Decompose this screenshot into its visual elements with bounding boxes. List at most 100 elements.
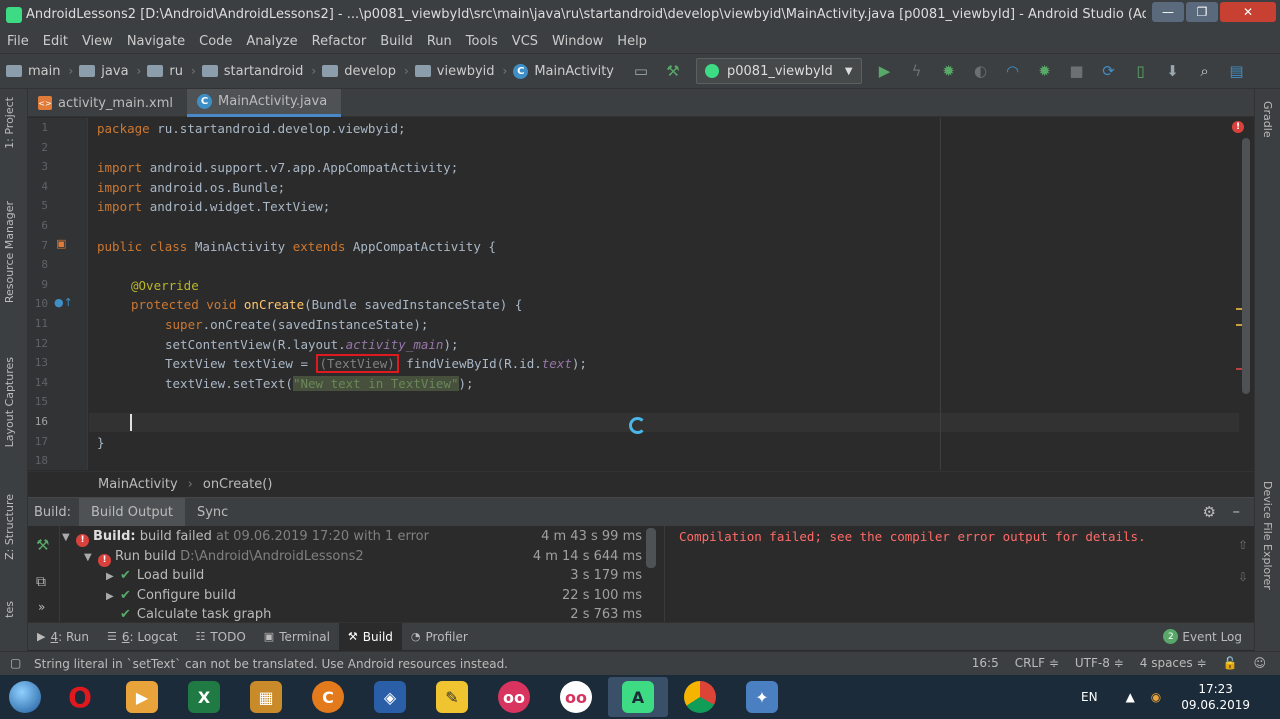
tab-sync[interactable]: Sync	[185, 498, 240, 526]
language-indicator[interactable]: EN	[1081, 690, 1098, 704]
close-button[interactable]: ✕	[1220, 2, 1276, 22]
avd-manager-icon[interactable]: ▯	[1132, 62, 1150, 80]
indent-setting[interactable]: 4 spaces ≑	[1140, 656, 1207, 670]
menu-edit[interactable]: Edit	[36, 34, 75, 49]
taskbar-excel[interactable]: X	[174, 677, 234, 717]
menu-tools[interactable]: Tools	[459, 34, 505, 49]
tab-favorites[interactable]: tes	[3, 601, 16, 618]
breadcrumb-mainactivity[interactable]: C MainActivity	[507, 63, 614, 79]
breadcrumb-develop[interactable]: develop ›	[316, 64, 409, 79]
tree-row-build-failed[interactable]: ▼! Build: build failed at 09.06.2019 17:2…	[62, 527, 642, 547]
menu-navigate[interactable]: Navigate	[120, 34, 192, 49]
rebuild-hammer-icon[interactable]: ⚒	[36, 536, 49, 554]
taskbar-app-red[interactable]: oo	[484, 677, 544, 717]
stop-icon[interactable]: ■	[1068, 62, 1086, 80]
taskbar-chrome[interactable]	[670, 677, 730, 717]
tree-row-calculate-task-graph[interactable]: ✔ Calculate task graph 2 s 763 ms	[106, 605, 642, 622]
search-icon[interactable]: ⌕	[1196, 62, 1214, 80]
toggle-view-icon[interactable]: ⧉	[36, 574, 46, 590]
maximize-button[interactable]: ❐	[1186, 2, 1218, 22]
chrome-tray-icon[interactable]: ◉	[1151, 690, 1161, 704]
error-indicator-icon[interactable]: !	[1232, 121, 1244, 133]
system-clock[interactable]: 17:23 09.06.2019	[1181, 681, 1250, 713]
breadcrumb-ru[interactable]: ru ›	[141, 64, 196, 79]
menu-refactor[interactable]: Refactor	[305, 34, 374, 49]
taskbar-ccleaner[interactable]: C	[298, 677, 358, 717]
taskbar-opera[interactable]: O	[50, 677, 110, 717]
lock-icon[interactable]: 🔓	[1223, 656, 1238, 670]
start-button[interactable]	[0, 675, 50, 719]
taskbar-app-white[interactable]: oo	[546, 677, 606, 717]
sdk-manager-icon[interactable]: ⬇	[1164, 62, 1182, 80]
tab-project[interactable]: 1: Project	[3, 97, 16, 149]
tab-mainactivity-java[interactable]: C MainActivity.java	[187, 89, 342, 117]
taskbar-archiver[interactable]: ▦	[236, 677, 296, 717]
menu-run[interactable]: Run	[420, 34, 459, 49]
gear-icon[interactable]: ⚙	[1203, 503, 1216, 521]
tool-build[interactable]: ⚒ Build	[338, 622, 402, 651]
expand-arrow-icon[interactable]: ▶	[106, 567, 120, 587]
line-separator[interactable]: CRLF ≑	[1015, 656, 1059, 670]
tree-row-run-build[interactable]: ▼! Run build D:\Android\AndroidLessons2 4…	[84, 547, 642, 567]
breadcrumb-java[interactable]: java ›	[73, 64, 141, 79]
expand-arrow-icon[interactable]: ▶	[106, 587, 120, 607]
sync-gradle-icon[interactable]: ⟳	[1100, 62, 1118, 80]
tab-build-output[interactable]: Build Output	[79, 498, 185, 526]
layout-toggle-icon[interactable]: ▢	[10, 656, 21, 670]
menu-build[interactable]: Build	[373, 34, 420, 49]
expand-arrow-icon[interactable]: ▼	[62, 528, 76, 548]
menu-help[interactable]: Help	[610, 34, 654, 49]
hector-icon[interactable]: ☺	[1253, 656, 1266, 670]
override-marker-icon[interactable]: ▣	[56, 237, 66, 250]
layout-inspector-icon[interactable]: ▤	[1228, 62, 1246, 80]
minimize-button[interactable]: —	[1152, 2, 1184, 22]
scroll-up-icon[interactable]: ⇧	[1238, 538, 1248, 552]
menu-vcs[interactable]: VCS	[505, 34, 545, 49]
hammer-icon[interactable]: ⚒	[664, 62, 682, 80]
breadcrumb-viewbyid[interactable]: viewbyid ›	[409, 64, 507, 79]
tray-expand-icon[interactable]: ▲	[1126, 690, 1135, 704]
breadcrumb-main[interactable]: main ›	[0, 64, 73, 79]
breadcrumb-startandroid[interactable]: startandroid ›	[196, 64, 316, 79]
taskbar-android-studio[interactable]: A	[608, 677, 668, 717]
menu-code[interactable]: Code	[192, 34, 239, 49]
menu-view[interactable]: View	[75, 34, 120, 49]
debug-icon[interactable]: ✹	[940, 62, 958, 80]
device-manager-icon[interactable]: ▭	[632, 62, 650, 80]
attach-debugger-icon[interactable]: ◐	[972, 62, 990, 80]
tab-device-file-explorer[interactable]: Device File Explorer	[1261, 481, 1274, 590]
build-output-console[interactable]: Compilation failed; see the compiler err…	[664, 526, 1224, 622]
status-message[interactable]: String literal in `setText` can not be t…	[34, 657, 508, 671]
editor-scrollbar[interactable]	[1242, 138, 1250, 394]
tree-scrollbar[interactable]	[646, 528, 656, 568]
tab-activity-main-xml[interactable]: <> activity_main.xml	[28, 89, 187, 117]
scroll-down-icon[interactable]: ⇩	[1238, 570, 1248, 584]
tree-row-configure-build[interactable]: ▶ ✔ Configure build 22 s 100 ms	[106, 586, 642, 606]
tab-structure[interactable]: Z: Structure	[3, 494, 16, 560]
taskbar-virtualbox[interactable]: ◈	[360, 677, 420, 717]
crumb-class[interactable]: MainActivity	[98, 477, 178, 492]
tool-run[interactable]: ▶ 4: Run	[28, 623, 98, 651]
run-icon[interactable]: ▶	[876, 62, 894, 80]
menu-file[interactable]: File	[0, 34, 36, 49]
tab-resource-manager[interactable]: Resource Manager	[3, 201, 16, 303]
file-encoding[interactable]: UTF-8 ≑	[1075, 656, 1124, 670]
tool-logcat[interactable]: ☰ 6: Logcat	[98, 623, 186, 651]
tool-terminal[interactable]: ▣ Terminal	[255, 623, 339, 651]
tool-profiler[interactable]: ◔ Profiler	[402, 623, 477, 651]
taskbar-notes[interactable]: ✎	[422, 677, 482, 717]
tree-row-load-build[interactable]: ▶ ✔ Load build 3 s 179 ms	[106, 566, 642, 586]
tab-gradle[interactable]: Gradle	[1261, 101, 1274, 138]
event-log-button[interactable]: 2 Event Log	[1163, 629, 1242, 644]
profile-icon[interactable]: ◠	[1004, 62, 1022, 80]
expand-arrow-icon[interactable]: ▼	[84, 548, 98, 568]
run-configuration-select[interactable]: p0081_viewbyId ▼	[696, 58, 862, 84]
minimize-panel-icon[interactable]: –	[1233, 502, 1241, 520]
taskbar-media-player[interactable]: ▶	[112, 677, 172, 717]
implements-marker-icon[interactable]: ●↑	[54, 296, 73, 309]
tab-layout-captures[interactable]: Layout Captures	[3, 357, 16, 447]
apply-changes-icon[interactable]: ϟ	[908, 62, 926, 80]
tool-todo[interactable]: ☷ TODO	[186, 623, 254, 651]
menu-analyze[interactable]: Analyze	[239, 34, 304, 49]
menu-window[interactable]: Window	[545, 34, 610, 49]
